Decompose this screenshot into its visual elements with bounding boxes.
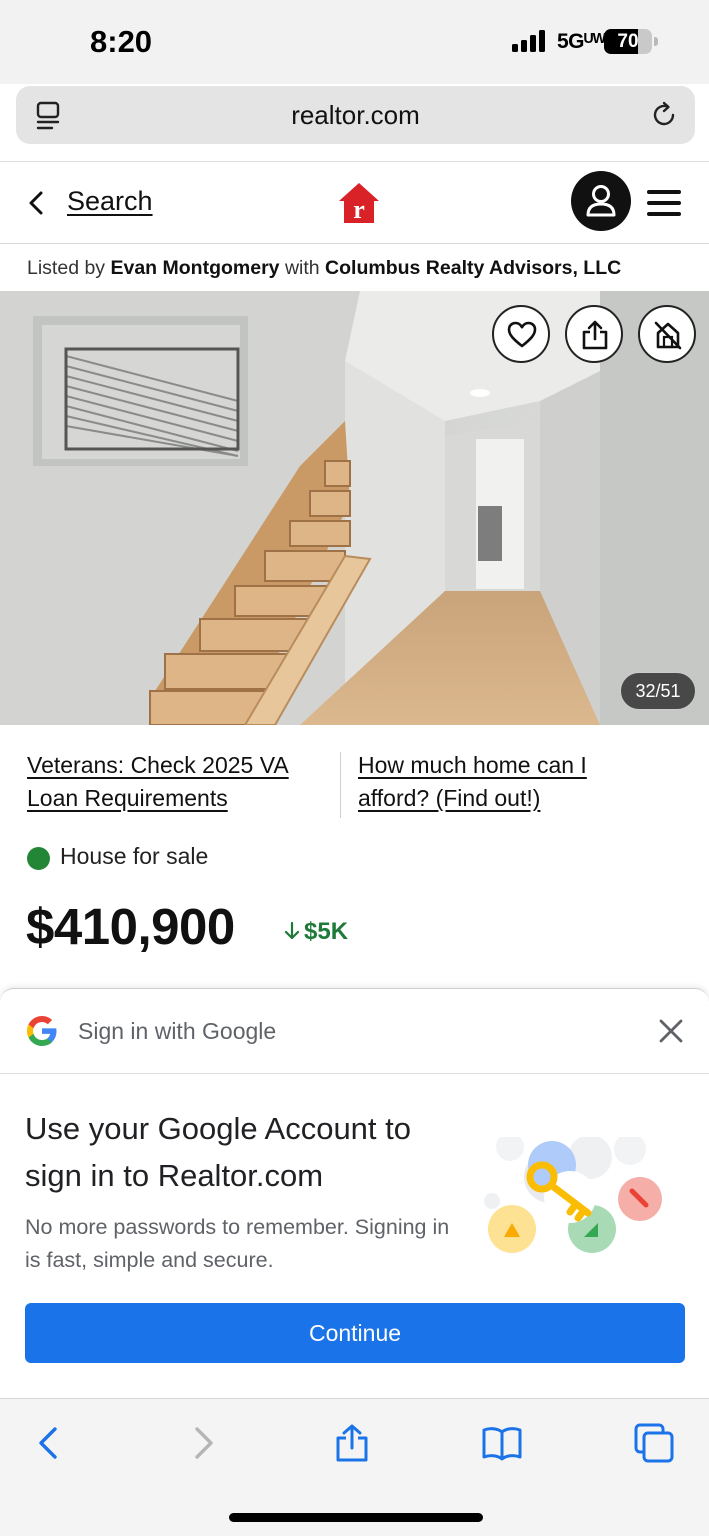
tabs-icon[interactable] [634,1423,674,1463]
back-icon[interactable] [30,1423,70,1463]
sheet-body: No more passwords to remember. Signing i… [25,1215,450,1272]
affordability-link[interactable]: How much home can I afford? (Find out!) [358,749,658,815]
sheet-header: Sign in with Google [0,989,709,1074]
svg-text:r: r [353,195,365,224]
signal-icon [512,30,550,52]
listed-by-label: Listed by [27,257,106,279]
arrow-down-icon [284,921,300,940]
forward-icon[interactable] [182,1423,222,1463]
battery-icon: 70 [604,29,652,54]
sheet-title: Sign in with Google [78,1018,277,1044]
brokerage-name: Columbus Realty Advisors, LLC [325,257,622,279]
person-icon [586,185,616,217]
chevron-left-icon[interactable] [26,190,46,216]
share-icon [582,320,608,350]
site-header: Search r [0,162,709,244]
save-favorite-button[interactable] [492,305,550,363]
listed-by: Listed by Evan Montgomery with Columbus … [27,257,621,280]
price-change-amount: $5K [304,918,349,945]
status-dot [27,847,50,870]
address-bar[interactable]: realtor.com [16,86,695,144]
agent-name: Evan Montgomery [110,257,280,279]
status-time: 8:20 [90,24,153,59]
listing-photo[interactable]: 32/51 [0,291,709,725]
back-to-search-link[interactable]: Search [67,186,153,217]
url-text[interactable]: realtor.com [16,86,695,144]
hide-icon [654,321,682,350]
photo-counter: 32/51 [620,672,696,710]
key-illustration-icon [484,1137,662,1253]
status-bar: 8:20 5Gᵁᵂ 70 [0,0,709,84]
realtor-logo-icon[interactable]: r [338,182,380,224]
google-sign-in-sheet: Sign in with Google Use your Google Acco… [0,988,709,1398]
network-type: 5Gᵁᵂ [557,30,606,53]
listing-status: House for sale [60,843,209,869]
sheet-heading: Use your Google Account to sign in to Re… [25,1111,412,1193]
battery-nub [654,37,658,46]
battery-level: 70 [617,31,639,52]
share-icon[interactable] [332,1423,372,1463]
with-label: with [284,257,320,279]
reload-icon[interactable] [649,100,679,130]
hamburger-menu-icon[interactable] [647,190,681,216]
account-button[interactable] [571,171,631,231]
listing-price: $410,900 [26,898,235,955]
bookmarks-icon[interactable] [482,1423,522,1463]
heart-icon [507,321,537,348]
price-change: $5K [283,918,348,946]
google-logo-icon [27,1016,57,1046]
hide-listing-button[interactable] [638,305,696,363]
va-loan-link[interactable]: Veterans: Check 2025 VA Loan Requirement… [27,749,332,815]
home-indicator [229,1513,483,1522]
continue-button[interactable]: Continue [25,1303,685,1363]
close-icon[interactable] [658,1018,684,1044]
share-listing-button[interactable] [565,305,623,363]
promo-divider [340,752,341,818]
